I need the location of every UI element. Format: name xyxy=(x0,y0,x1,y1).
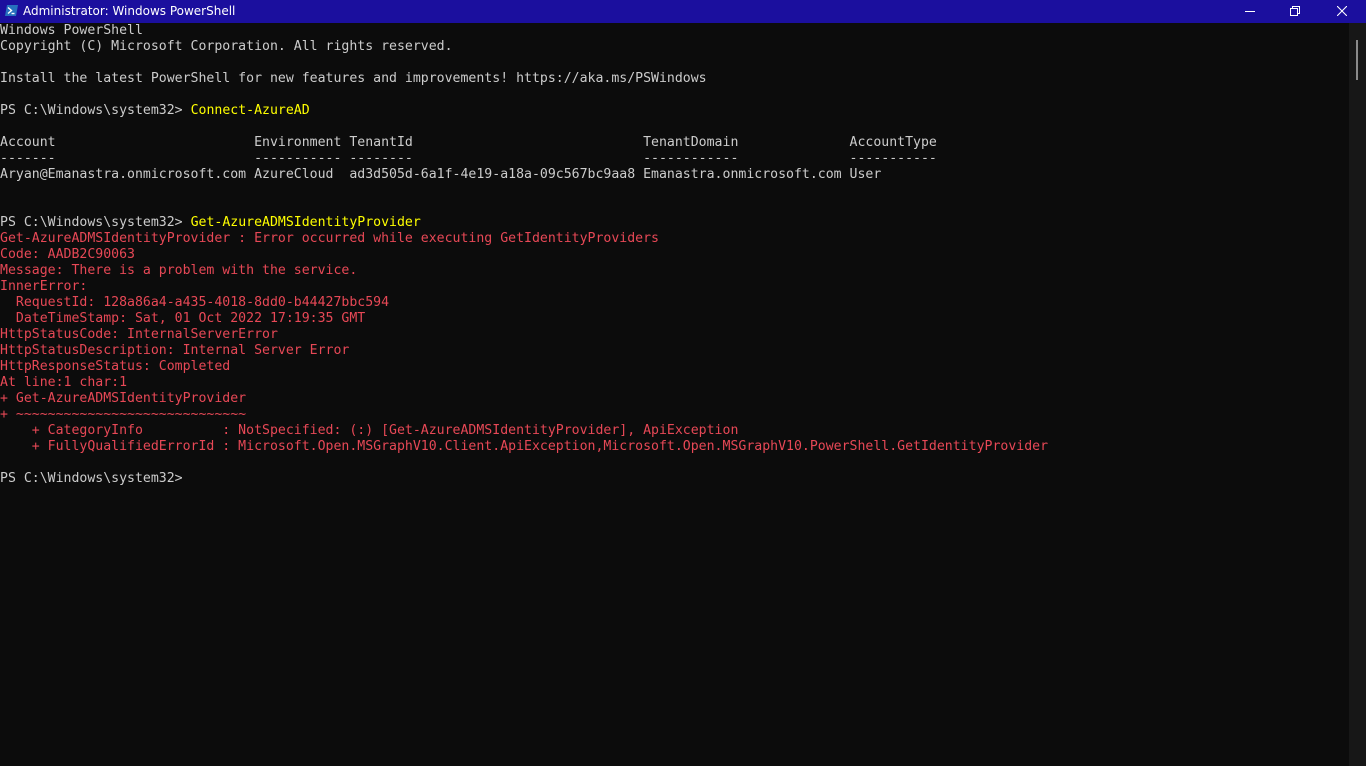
restore-button[interactable] xyxy=(1272,0,1318,23)
prompt-text: PS C:\Windows\system32> xyxy=(0,471,191,486)
powershell-window: Administrator: Windows PowerShell Window… xyxy=(0,0,1366,768)
error-line: Code: AADB2C90063 xyxy=(0,247,135,262)
error-line: + FullyQualifiedErrorId : Microsoft.Open… xyxy=(0,439,1049,454)
prompt-line: PS C:\Windows\system32> Connect-AzureAD xyxy=(0,103,1048,119)
prompt-text: PS C:\Windows\system32> xyxy=(0,215,191,230)
error-line: RequestId: 128a86a4-a435-4018-8dd0-b4442… xyxy=(0,295,390,310)
error-line: HttpStatusCode: InternalServerError xyxy=(0,327,278,342)
error-line: Message: There is a problem with the ser… xyxy=(0,263,358,278)
output-line: ------- ----------- -------- -----------… xyxy=(0,151,937,166)
console-lines: Windows PowerShell Copyright (C) Microsof… xyxy=(0,23,1048,487)
console-output[interactable]: Windows PowerShell Copyright (C) Microsof… xyxy=(0,23,1349,766)
window-title: Administrator: Windows PowerShell xyxy=(23,4,236,18)
error-line: Get-AzureADMSIdentityProvider : Error oc… xyxy=(0,231,659,246)
scrollbar-thumb[interactable] xyxy=(1356,40,1358,80)
output-line: Aryan@Emanastra.onmicrosoft.com AzureClo… xyxy=(0,167,882,182)
error-line: + CategoryInfo : NotSpecified: (:) [Get-… xyxy=(0,423,739,438)
close-icon xyxy=(1336,5,1348,19)
error-line: HttpStatusDescription: Internal Server E… xyxy=(0,343,350,358)
error-line: InnerError: xyxy=(0,279,88,294)
error-line: + ~~~~~~~~~~~~~~~~~~~~~~~~~~~~~ xyxy=(0,407,247,422)
output-line: Install the latest PowerShell for new fe… xyxy=(0,71,707,86)
output-line: Account Environment TenantId TenantDomai… xyxy=(0,135,937,150)
prompt-text: PS C:\Windows\system32> xyxy=(0,103,191,118)
minimize-icon xyxy=(1245,5,1255,19)
error-line: HttpResponseStatus: Completed xyxy=(0,359,231,374)
command-text: Get-AzureADMSIdentityProvider xyxy=(190,215,421,230)
title-bar[interactable]: Administrator: Windows PowerShell xyxy=(0,0,1366,23)
error-line: + Get-AzureADMSIdentityProvider xyxy=(0,391,247,406)
prompt-line: PS C:\Windows\system32> xyxy=(0,471,1048,487)
output-line: Copyright (C) Microsoft Corporation. All… xyxy=(0,39,453,54)
restore-icon xyxy=(1290,5,1300,19)
powershell-icon xyxy=(5,4,18,17)
prompt-line: PS C:\Windows\system32> Get-AzureADMSIde… xyxy=(0,215,1048,231)
error-line: DateTimeStamp: Sat, 01 Oct 2022 17:19:35… xyxy=(0,311,366,326)
command-text: Connect-AzureAD xyxy=(190,103,310,118)
vertical-scrollbar[interactable] xyxy=(1349,23,1366,766)
output-line: Windows PowerShell xyxy=(0,23,143,38)
close-button[interactable] xyxy=(1319,0,1365,23)
minimize-button[interactable] xyxy=(1227,0,1273,23)
error-line: At line:1 char:1 xyxy=(0,375,128,390)
